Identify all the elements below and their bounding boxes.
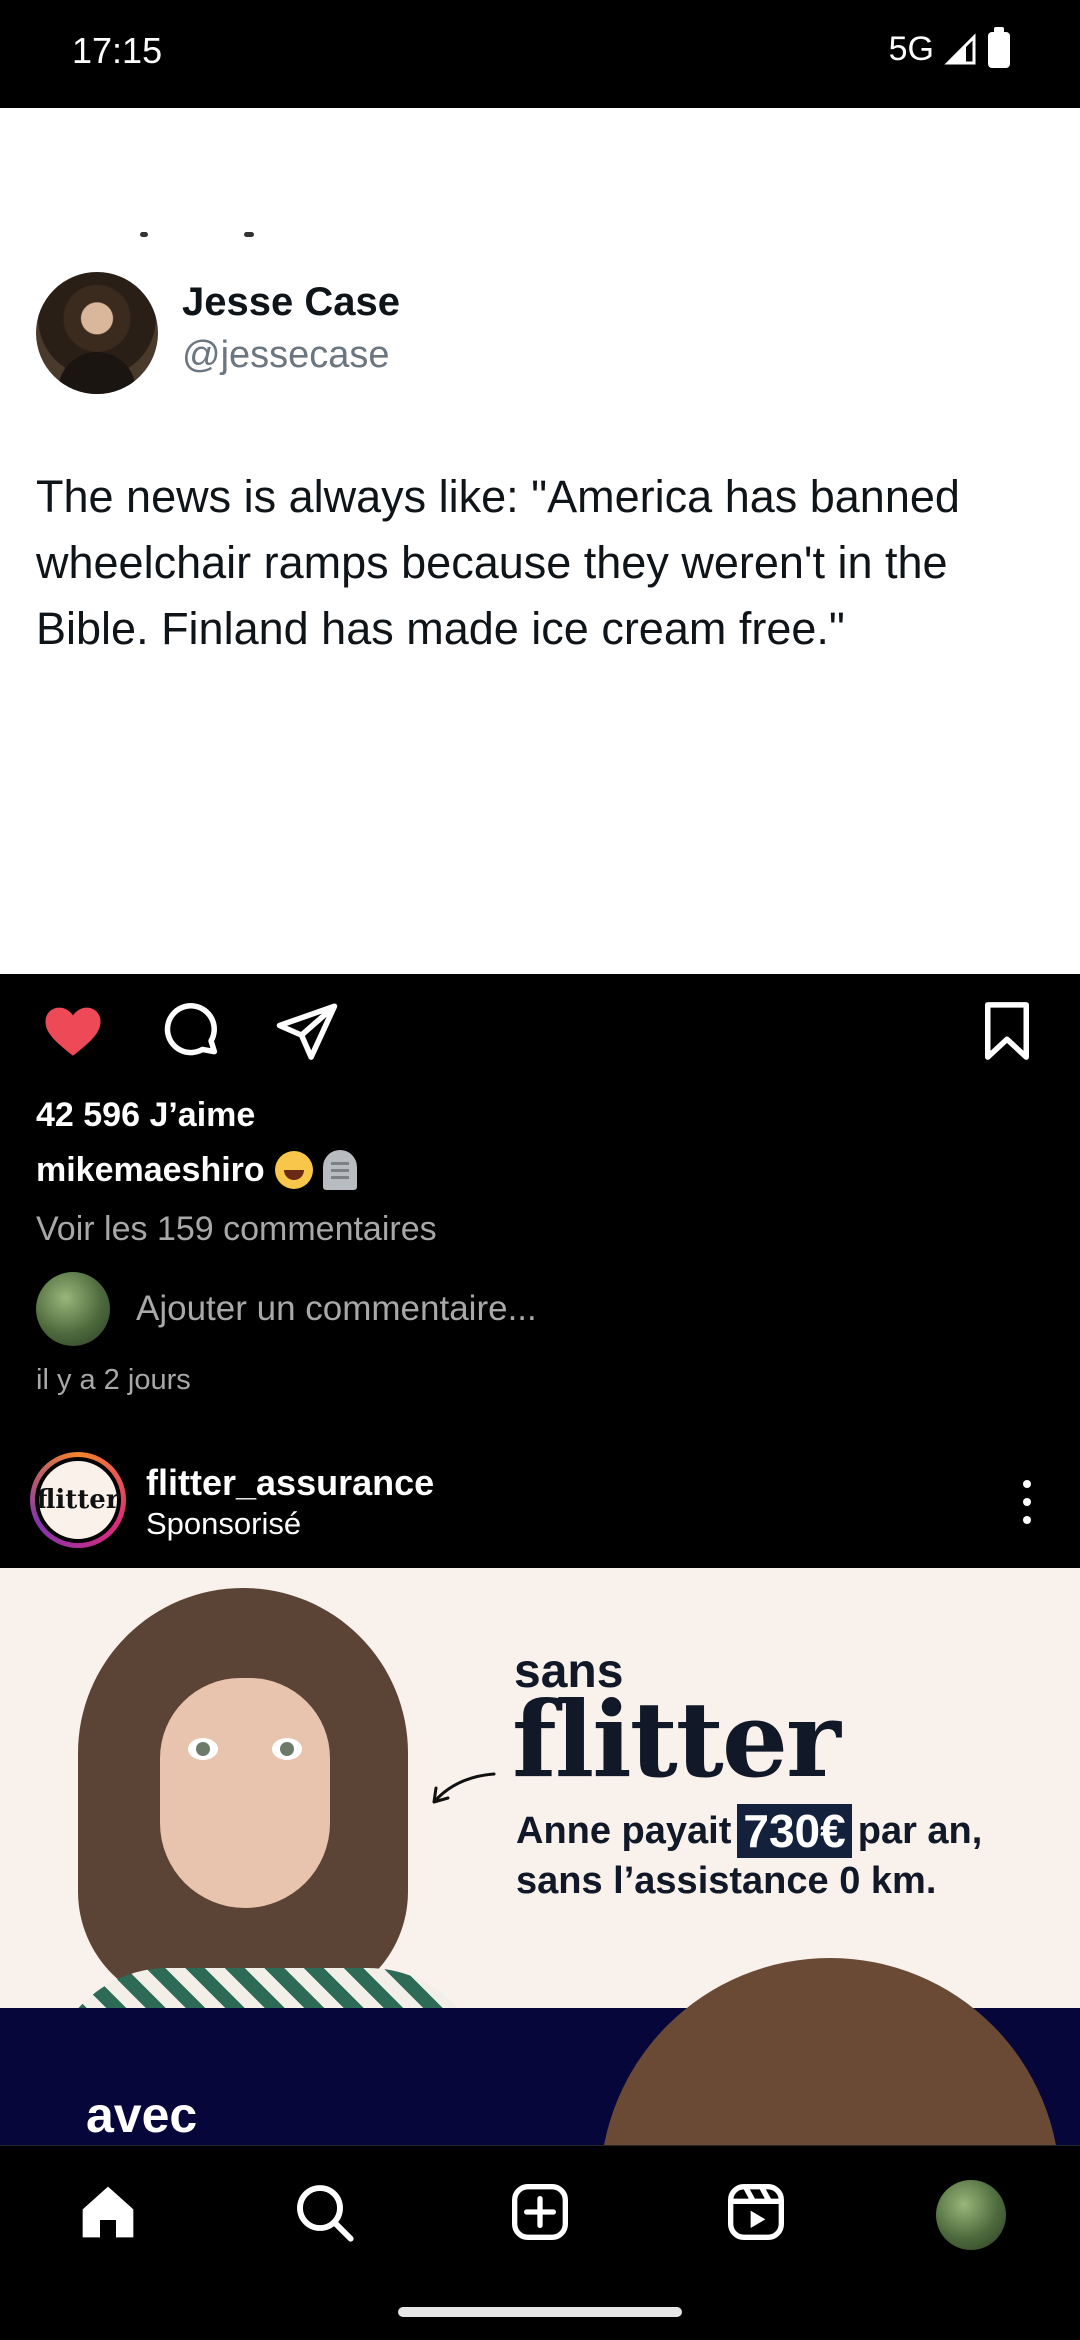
like-count[interactable]: 42 596 J’aime: [36, 1096, 255, 1135]
post-actions: [0, 998, 1080, 1068]
ad-headline-line2: sans l’assistance 0 km.: [516, 1860, 937, 1902]
sponsored-label: Sponsorisé: [146, 1506, 302, 1541]
ad-second-portrait: [600, 1958, 1060, 2145]
heart-icon[interactable]: [40, 998, 106, 1064]
current-user-avatar: [36, 1272, 110, 1346]
tears-of-joy-emoji-icon: [274, 1151, 313, 1189]
sponsored-post-header: flitter flitter_assurance Sponsorisé: [0, 1452, 1080, 1568]
create-post-icon[interactable]: [508, 2180, 572, 2244]
cropped-text-remnant: [140, 232, 260, 238]
status-icons: 5G: [888, 26, 1010, 69]
tweet-author-avatar: [36, 272, 158, 394]
caption-username[interactable]: mikemaeshiro: [36, 1151, 265, 1190]
ad-line1-before: Anne payait: [516, 1809, 732, 1852]
gesture-home-bar[interactable]: [398, 2307, 682, 2317]
battery-icon: [988, 26, 1010, 68]
ad-avec-text: avec: [86, 2087, 198, 2143]
sponsor-account-name[interactable]: flitter_assurance: [146, 1462, 434, 1504]
post-timestamp: il y a 2 jours: [36, 1364, 191, 1396]
headstone-emoji-icon: [322, 1150, 357, 1190]
flitter-logo: flitter: [35, 1457, 121, 1543]
ad-headline-line1: Anne payait 730€ par an,: [516, 1804, 982, 1858]
search-icon[interactable]: [292, 2180, 356, 2244]
view-comments-link[interactable]: Voir les 159 commentaires: [36, 1210, 437, 1249]
network-label: 5G: [888, 30, 934, 68]
status-time: 17:15: [72, 30, 163, 71]
ad-brand-text: flitter: [512, 1678, 841, 1801]
more-options-icon[interactable]: [1020, 1480, 1032, 1524]
signal-icon: [944, 32, 976, 64]
bookmark-icon[interactable]: [974, 998, 1040, 1064]
tweet-author-handle: @jessecase: [182, 334, 390, 376]
profile-avatar[interactable]: [936, 2180, 1006, 2250]
home-icon[interactable]: [76, 2180, 140, 2244]
ad-price: 730€: [737, 1804, 852, 1858]
share-icon[interactable]: [274, 998, 340, 1064]
comment-input[interactable]: Ajouter un commentaire...: [136, 1289, 537, 1329]
tweet-text: The news is always like: "America has ba…: [36, 471, 960, 654]
post-caption: mikemaeshiro: [36, 1150, 357, 1190]
arrow-icon: [432, 1772, 496, 1804]
ad-image[interactable]: sans flitter Anne payait 730€ par an, sa…: [0, 1568, 1080, 2145]
ad-line1-after: par an,: [857, 1809, 983, 1852]
tweet-author-name: Jesse Case: [182, 280, 400, 324]
add-comment-row[interactable]: Ajouter un commentaire...: [36, 1272, 537, 1346]
sponsor-avatar[interactable]: flitter: [30, 1452, 126, 1548]
post-image[interactable]: Jesse Case @jessecase The news is always…: [0, 108, 1080, 974]
status-bar: 17:15 5G: [0, 0, 1080, 108]
reels-icon[interactable]: [724, 2180, 788, 2244]
comment-icon[interactable]: [158, 998, 224, 1064]
